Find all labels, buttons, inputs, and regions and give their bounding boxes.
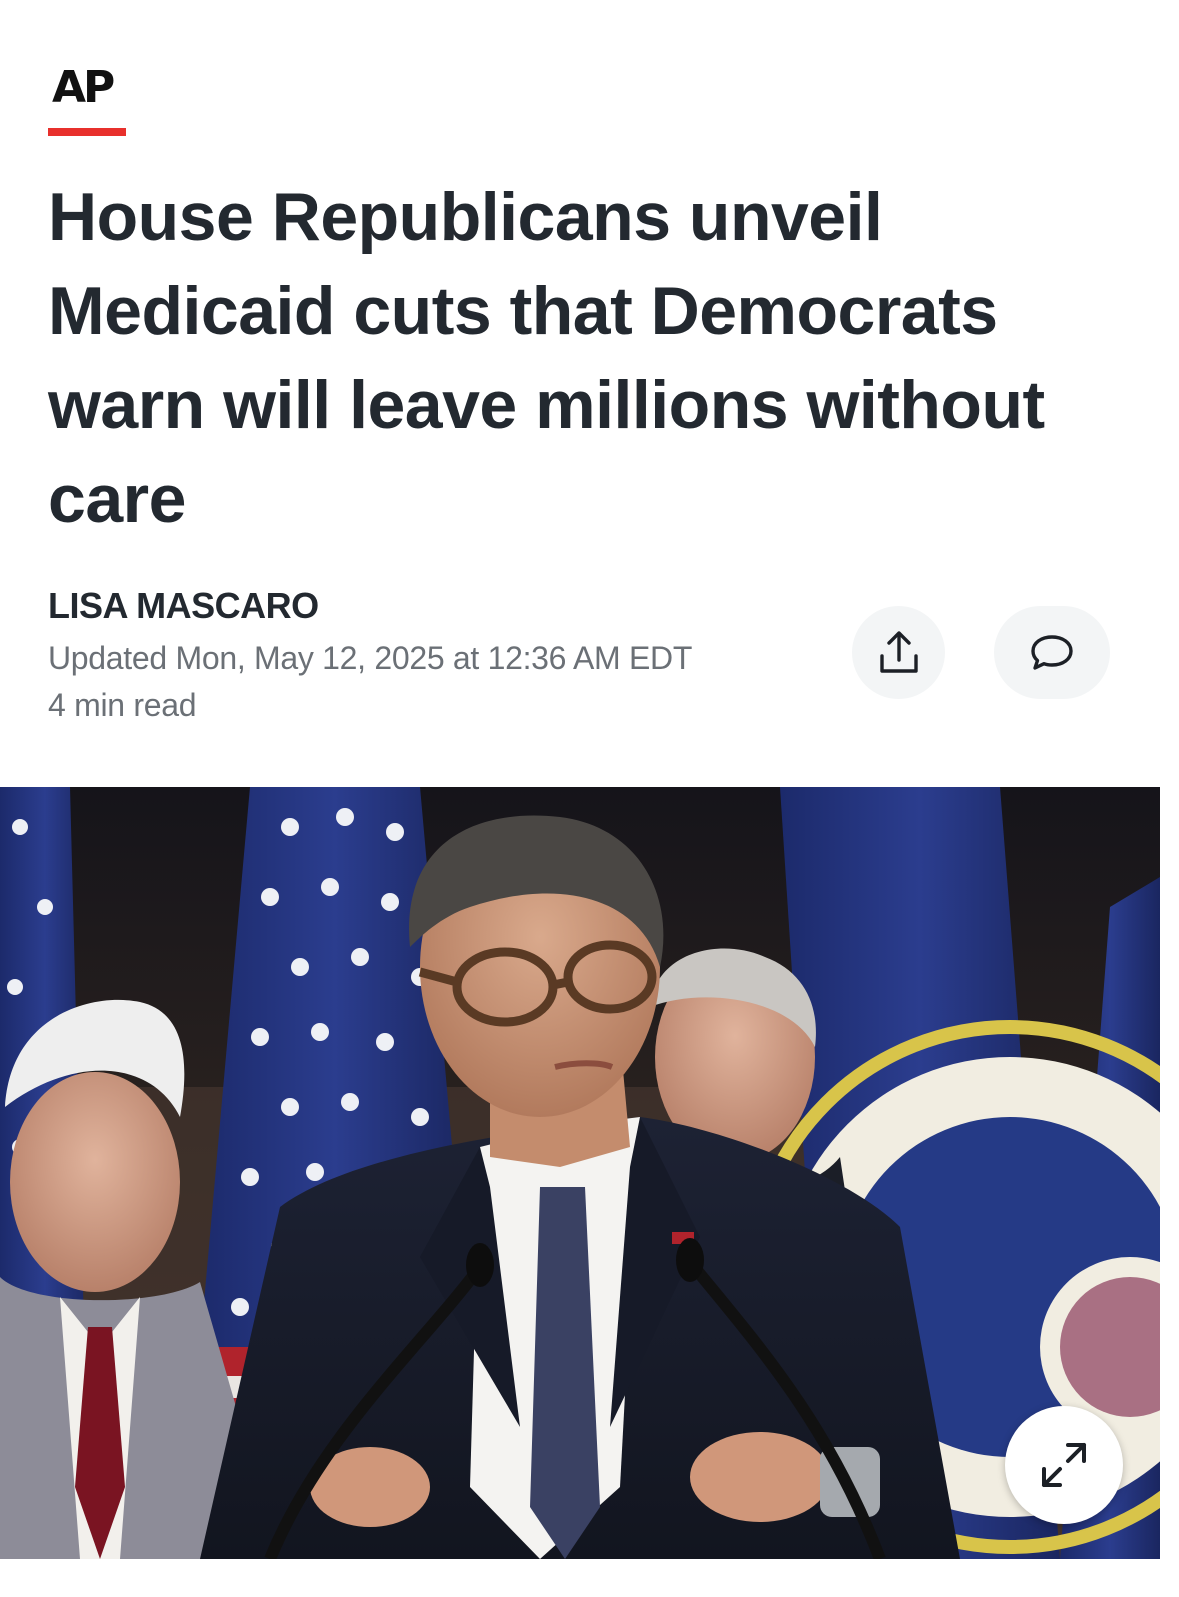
expand-icon <box>1042 1443 1086 1487</box>
author-name[interactable]: LISA MASCARO <box>48 586 319 626</box>
article-headline: House Republicans unveil Medicaid cuts t… <box>48 179 1045 537</box>
share-icon <box>879 630 918 673</box>
comment-button[interactable] <box>994 606 1110 699</box>
read-time: 4 min read <box>48 687 197 723</box>
comment-icon <box>1031 634 1073 670</box>
ap-logo[interactable]: AP <box>48 62 126 142</box>
expand-photo-button[interactable] <box>1005 1406 1123 1524</box>
article-photo[interactable] <box>0 787 1160 1559</box>
logo-text: AP <box>52 62 115 113</box>
share-button[interactable] <box>852 606 945 699</box>
article-page: AP House Republicans unveil Medicaid cut… <box>0 0 1179 1597</box>
logo-accent-bar <box>48 128 126 136</box>
photo-press-conference <box>0 787 1160 1559</box>
updated-timestamp: Updated Mon, May 12, 2025 at 12:36 AM ED… <box>48 640 693 676</box>
